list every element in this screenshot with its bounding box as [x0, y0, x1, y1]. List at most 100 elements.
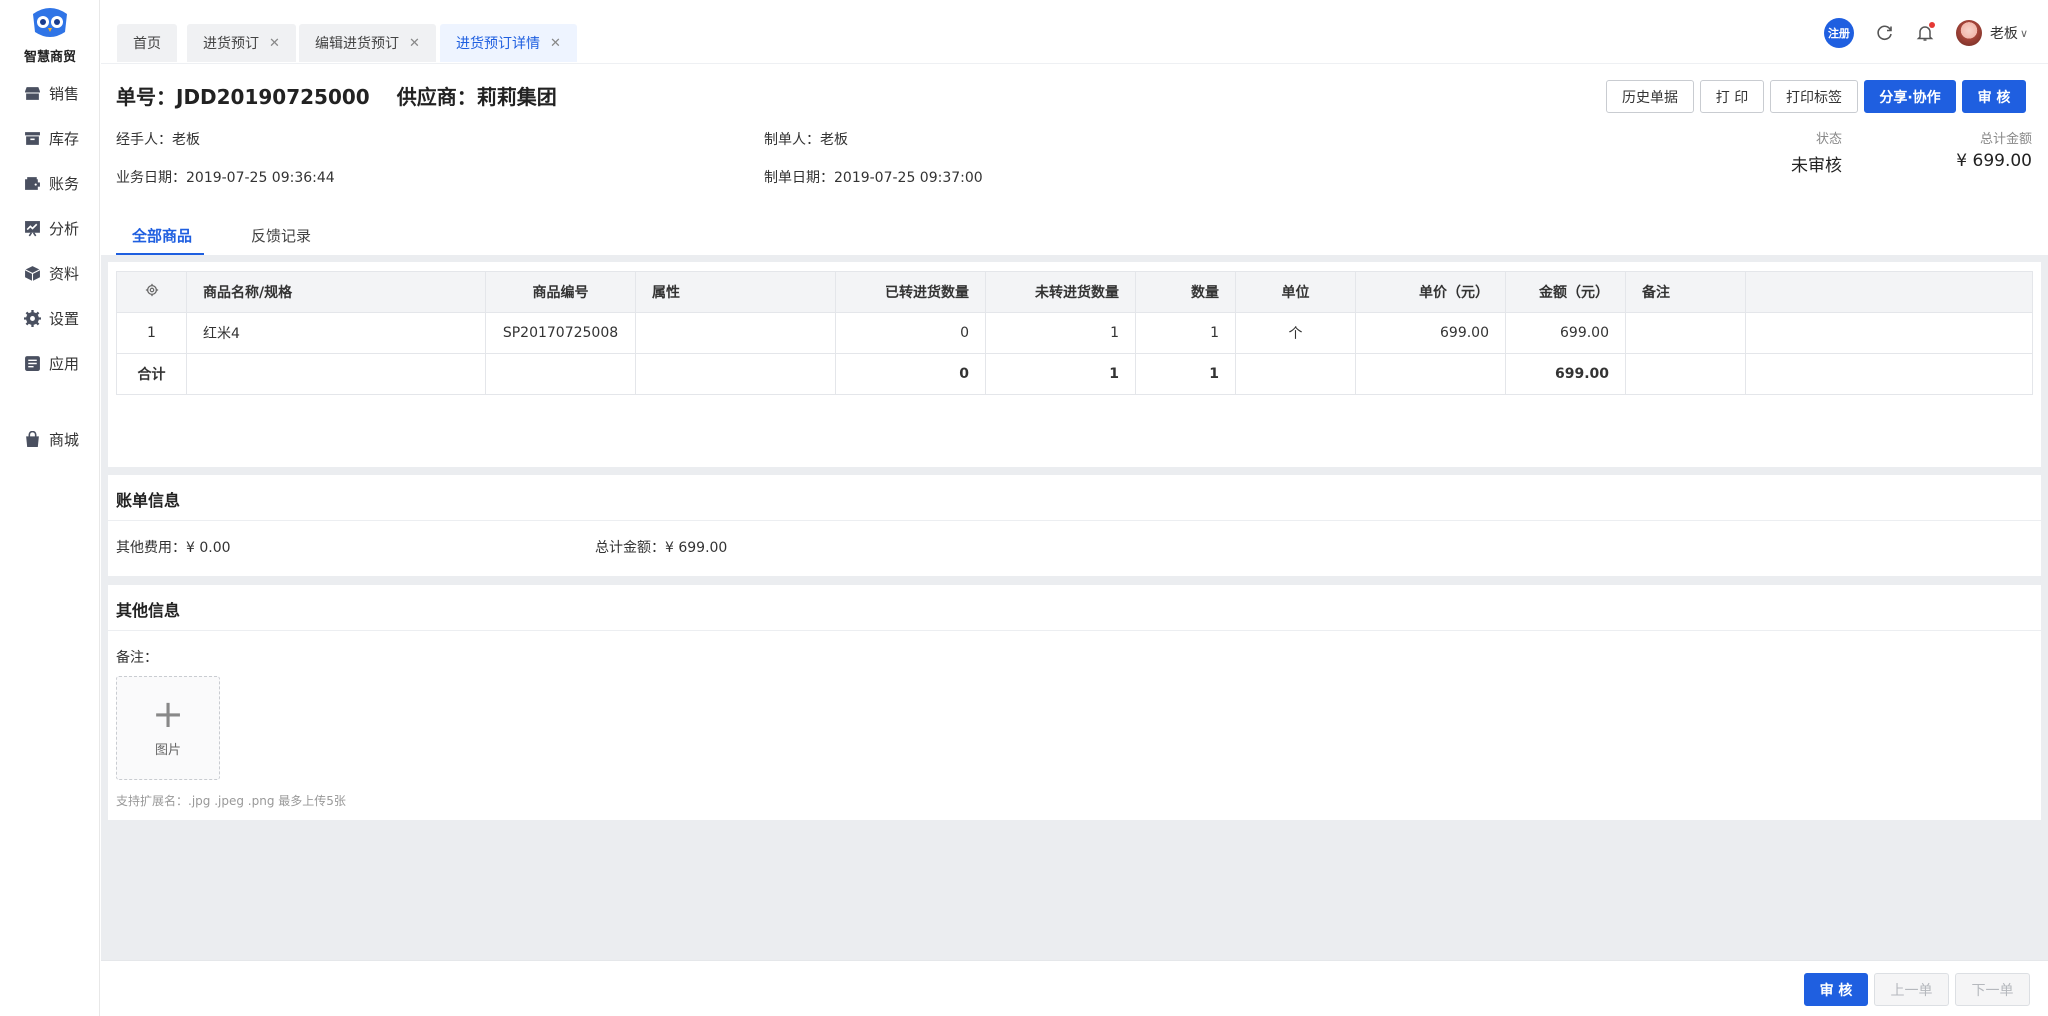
sidebar-item-label: 分析 — [49, 220, 80, 238]
billing-title: 账单信息 — [116, 491, 181, 510]
cell-converted: 0 — [835, 312, 986, 354]
refresh-icon[interactable] — [1876, 24, 1894, 42]
cell-empty — [1625, 353, 1746, 395]
print-label-button[interactable]: 打印标签 — [1770, 80, 1858, 113]
gear-icon — [145, 283, 158, 297]
chart-icon — [25, 221, 40, 237]
tab-label: 首页 — [133, 36, 161, 52]
total-label: 总计金额 — [1979, 132, 2032, 147]
billing-total-field: 总计金额：¥ 699.00 — [595, 540, 728, 556]
notification-button[interactable] — [1916, 22, 1935, 42]
cell-index: 1 — [116, 312, 187, 354]
notification-dot — [1928, 22, 1935, 28]
col-header-unconverted: 未转进货数量 — [985, 271, 1136, 313]
total-amount: 699.00 — [1505, 353, 1626, 395]
tab-purchase-order[interactable]: 进货预订 ✕ — [187, 24, 296, 62]
total-qty: 1 — [1135, 353, 1236, 395]
avatar — [1955, 20, 1982, 46]
sidebar-item-apps[interactable]: 应用 — [24, 353, 79, 374]
user-menu[interactable]: 老板 ∨ — [1955, 20, 2028, 46]
order-number: 单号：JDD20190725000 — [116, 85, 370, 109]
cell-qty: 1 — [1135, 312, 1236, 354]
cell-attr — [635, 312, 836, 354]
tab-label: 进货预订 — [203, 36, 259, 52]
bottom-actions: 审 核 上一单 下一单 — [1804, 973, 2030, 1006]
cube-icon — [24, 266, 41, 281]
close-icon[interactable]: ✕ — [409, 36, 420, 51]
handler-field: 经手人：老板 — [116, 132, 200, 148]
register-badge[interactable]: 注册 — [1823, 18, 1854, 48]
close-icon[interactable]: ✕ — [550, 36, 561, 51]
bag-icon — [26, 431, 39, 447]
table-row[interactable]: 1 红米4 SP20170725008 0 1 1 个 699.00 699.0… — [116, 312, 2033, 354]
sidebar-item-label: 销售 — [49, 85, 80, 103]
business-date-field: 业务日期：2019-07-25 09:36:44 — [116, 170, 335, 186]
tab-edit-purchase-order[interactable]: 编辑进货预订 ✕ — [299, 24, 436, 62]
remark-label: 备注： — [116, 650, 158, 666]
col-header-amount: 金额（元） — [1505, 271, 1626, 313]
order-header: 单号：JDD20190725000 供应商：莉莉集团 历史单据 打 印 打印标签… — [101, 65, 2048, 255]
bottom-approve-button[interactable]: 审 核 — [1804, 973, 1868, 1006]
sidebar-item-mall[interactable]: 商城 — [24, 429, 79, 450]
cell-name: 红米4 — [186, 312, 486, 354]
top-right-tools: 注册 老板 ∨ — [1823, 18, 2028, 48]
create-date-field: 制单日期：2019-07-25 09:37:00 — [764, 170, 983, 186]
top-bar: 首页 进货预订 ✕ 编辑进货预订 ✕ 进货预订详情 ✕ 注册 老板 ∨ — [101, 0, 2048, 64]
close-icon[interactable]: ✕ — [269, 36, 280, 51]
tab-purchase-order-detail[interactable]: 进货预订详情 ✕ — [440, 24, 577, 62]
status-block: 状态 未审核 — [1791, 128, 1842, 176]
next-order-button[interactable]: 下一单 — [1955, 973, 2030, 1006]
image-upload-button[interactable]: + 图片 — [116, 676, 220, 780]
prev-order-button[interactable]: 上一单 — [1874, 973, 1949, 1006]
goods-table: 商品名称/规格 商品编号 属性 已转进货数量 未转进货数量 数量 单位 单价（元… — [116, 271, 2033, 395]
box-icon — [25, 132, 40, 145]
sidebar: 智慧商贸 销售 库存 账务 分析 资料 设置 应用 商城 — [0, 0, 100, 1016]
sidebar-item-sales[interactable]: 销售 — [24, 83, 79, 104]
upload-label: 图片 — [154, 742, 181, 758]
cell-empty — [1355, 353, 1506, 395]
sidebar-item-label: 资料 — [49, 265, 80, 283]
col-header-code: 商品编号 — [485, 271, 636, 313]
sidebar-item-label: 账务 — [49, 175, 80, 193]
table-header-row: 商品名称/规格 商品编号 属性 已转进货数量 未转进货数量 数量 单位 单价（元… — [116, 271, 2033, 313]
tab-home[interactable]: 首页 — [117, 24, 177, 62]
total-block: 总计金额 ¥ 699.00 — [1956, 128, 2032, 171]
col-header-empty — [1745, 271, 2033, 313]
print-button[interactable]: 打 印 — [1700, 80, 1764, 113]
cell-empty — [635, 353, 836, 395]
sidebar-item-finance[interactable]: 账务 — [24, 173, 79, 194]
sidebar-item-inventory[interactable]: 库存 — [24, 128, 79, 149]
order-actions: 历史单据 打 印 打印标签 分享·协作 审 核 — [1606, 80, 2026, 113]
share-button[interactable]: 分享·协作 — [1864, 80, 1956, 113]
app-icon — [25, 356, 40, 371]
order-supplier: 供应商：莉莉集团 — [396, 85, 557, 109]
user-name: 老板 — [1989, 26, 2018, 42]
status-label: 状态 — [1815, 132, 1842, 147]
gear-icon — [24, 310, 41, 327]
divider — [108, 520, 2041, 521]
history-button[interactable]: 历史单据 — [1606, 80, 1694, 113]
approve-button[interactable]: 审 核 — [1962, 80, 2026, 113]
billing-panel: 账单信息 其他费用：¥ 0.00 总计金额：¥ 699.00 — [108, 475, 2041, 576]
divider — [108, 630, 2041, 631]
tab-all-goods[interactable]: 全部商品 — [132, 225, 192, 246]
sidebar-item-label: 商城 — [49, 431, 80, 449]
total-unconverted: 1 — [985, 353, 1136, 395]
col-header-note: 备注 — [1625, 271, 1746, 313]
col-header-converted: 已转进货数量 — [835, 271, 986, 313]
cell-empty — [485, 353, 636, 395]
cell-empty — [1745, 312, 2033, 354]
sidebar-item-data[interactable]: 资料 — [24, 263, 79, 284]
logo[interactable]: 智慧商贸 — [0, 6, 100, 65]
bottom-bar: 审 核 上一单 下一单 — [101, 960, 2048, 1016]
cell-note — [1625, 312, 1746, 354]
tab-label: 进货预订详情 — [456, 36, 540, 52]
col-header-attr: 属性 — [635, 271, 836, 313]
tab-feedback[interactable]: 反馈记录 — [251, 225, 311, 246]
column-settings-button[interactable] — [116, 271, 187, 313]
sidebar-item-settings[interactable]: 设置 — [24, 308, 79, 329]
main-content: 单号：JDD20190725000 供应商：莉莉集团 历史单据 打 印 打印标签… — [101, 65, 2048, 1016]
goods-table-panel: 商品名称/规格 商品编号 属性 已转进货数量 未转进货数量 数量 单位 单价（元… — [108, 262, 2041, 467]
sidebar-item-label: 应用 — [49, 355, 80, 373]
sidebar-item-analysis[interactable]: 分析 — [24, 218, 79, 239]
